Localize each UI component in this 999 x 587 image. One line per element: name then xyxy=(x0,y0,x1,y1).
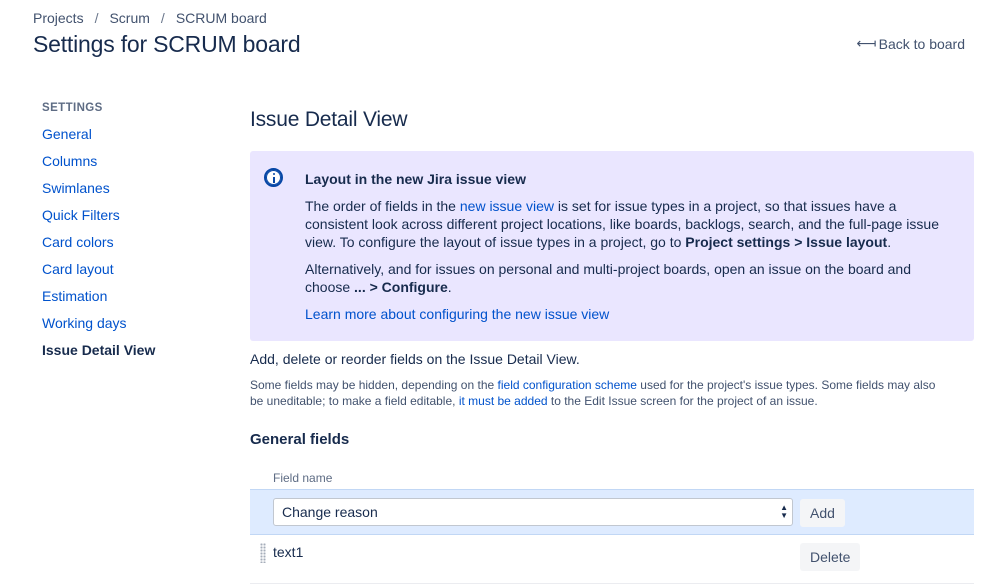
info-title: Layout in the new Jira issue view xyxy=(305,171,526,187)
sidebar-item-general[interactable]: General xyxy=(42,127,232,154)
info-paragraph-2: Alternatively, and for issues on persona… xyxy=(305,260,955,296)
sidebar-item-card-colors[interactable]: Card colors xyxy=(42,235,232,262)
fields-description: Add, delete or reorder fields on the Iss… xyxy=(250,351,580,367)
fields-note: Some fields may be hidden, depending on … xyxy=(250,377,950,409)
sidebar-item-estimation[interactable]: Estimation xyxy=(42,289,232,316)
add-button[interactable]: Add xyxy=(800,499,845,527)
breadcrumb-projects[interactable]: Projects xyxy=(33,10,84,26)
back-to-board-label: Back to board xyxy=(878,35,965,52)
breadcrumb-scrum-board[interactable]: SCRUM board xyxy=(176,10,267,26)
info-text: . xyxy=(887,234,892,250)
sidebar-item-quick-filters[interactable]: Quick Filters xyxy=(42,208,232,235)
sidebar-item-working-days[interactable]: Working days xyxy=(42,316,232,343)
field-configuration-scheme-link[interactable]: field configuration scheme xyxy=(498,378,637,392)
table-row: text1 Delete xyxy=(250,536,974,576)
add-field-row: Change reason ▲ ▼ Add xyxy=(250,489,974,535)
new-issue-view-link[interactable]: new issue view xyxy=(460,198,554,214)
info-bold-text: ... > Configure xyxy=(354,279,448,295)
drag-handle-icon[interactable] xyxy=(260,543,266,563)
sidebar-heading: SETTINGS xyxy=(42,102,103,114)
main-content: Issue Detail View xyxy=(250,108,974,132)
delete-button[interactable]: Delete xyxy=(800,543,861,571)
settings-sidebar: SETTINGS General Columns Swimlanes Quick… xyxy=(42,102,232,370)
note-text: Some fields may be hidden, depending on … xyxy=(250,378,498,392)
info-panel: Layout in the new Jira issue view The or… xyxy=(250,151,974,341)
page-title: Settings for SCRUM board xyxy=(33,31,301,57)
row-divider xyxy=(250,583,974,584)
column-header-field-name: Field name xyxy=(273,471,333,485)
sidebar-item-card-layout[interactable]: Card layout xyxy=(42,262,232,289)
breadcrumb-separator: / xyxy=(94,10,99,26)
breadcrumb-separator: / xyxy=(160,10,165,26)
info-icon xyxy=(264,168,283,187)
back-arrow-icon: ⟻ xyxy=(856,35,877,51)
sidebar-item-swimlanes[interactable]: Swimlanes xyxy=(42,181,232,208)
field-select-value: Change reason xyxy=(282,504,378,520)
info-text: The order of fields in the xyxy=(305,198,460,214)
sidebar-item-issue-detail-view[interactable]: Issue Detail View xyxy=(42,343,232,370)
must-be-added-link[interactable]: it must be added xyxy=(459,394,548,408)
breadcrumb-scrum[interactable]: Scrum xyxy=(109,10,149,26)
sidebar-item-columns[interactable]: Columns xyxy=(42,154,232,181)
select-caret-icon: ▲ ▼ xyxy=(780,503,788,520)
field-name: text1 xyxy=(273,544,304,560)
info-paragraph-3: Learn more about configuring the new iss… xyxy=(305,305,955,323)
breadcrumb: Projects / Scrum / SCRUM board xyxy=(33,10,267,26)
info-body: Layout in the new Jira issue view The or… xyxy=(305,170,955,332)
info-bold-text: Project settings > Issue layout xyxy=(685,234,888,250)
info-text: . xyxy=(447,279,452,295)
general-fields-title: General fields xyxy=(250,431,350,448)
section-heading: Issue Detail View xyxy=(250,108,408,131)
back-to-board-link[interactable]: ⟻ Back to board xyxy=(857,35,965,52)
note-text: to the Edit Issue screen for the project… xyxy=(547,394,818,408)
field-select[interactable]: Change reason ▲ ▼ xyxy=(273,498,793,526)
learn-more-link[interactable]: Learn more about configuring the new iss… xyxy=(305,306,609,322)
info-paragraph-1: The order of fields in the new issue vie… xyxy=(305,197,955,251)
